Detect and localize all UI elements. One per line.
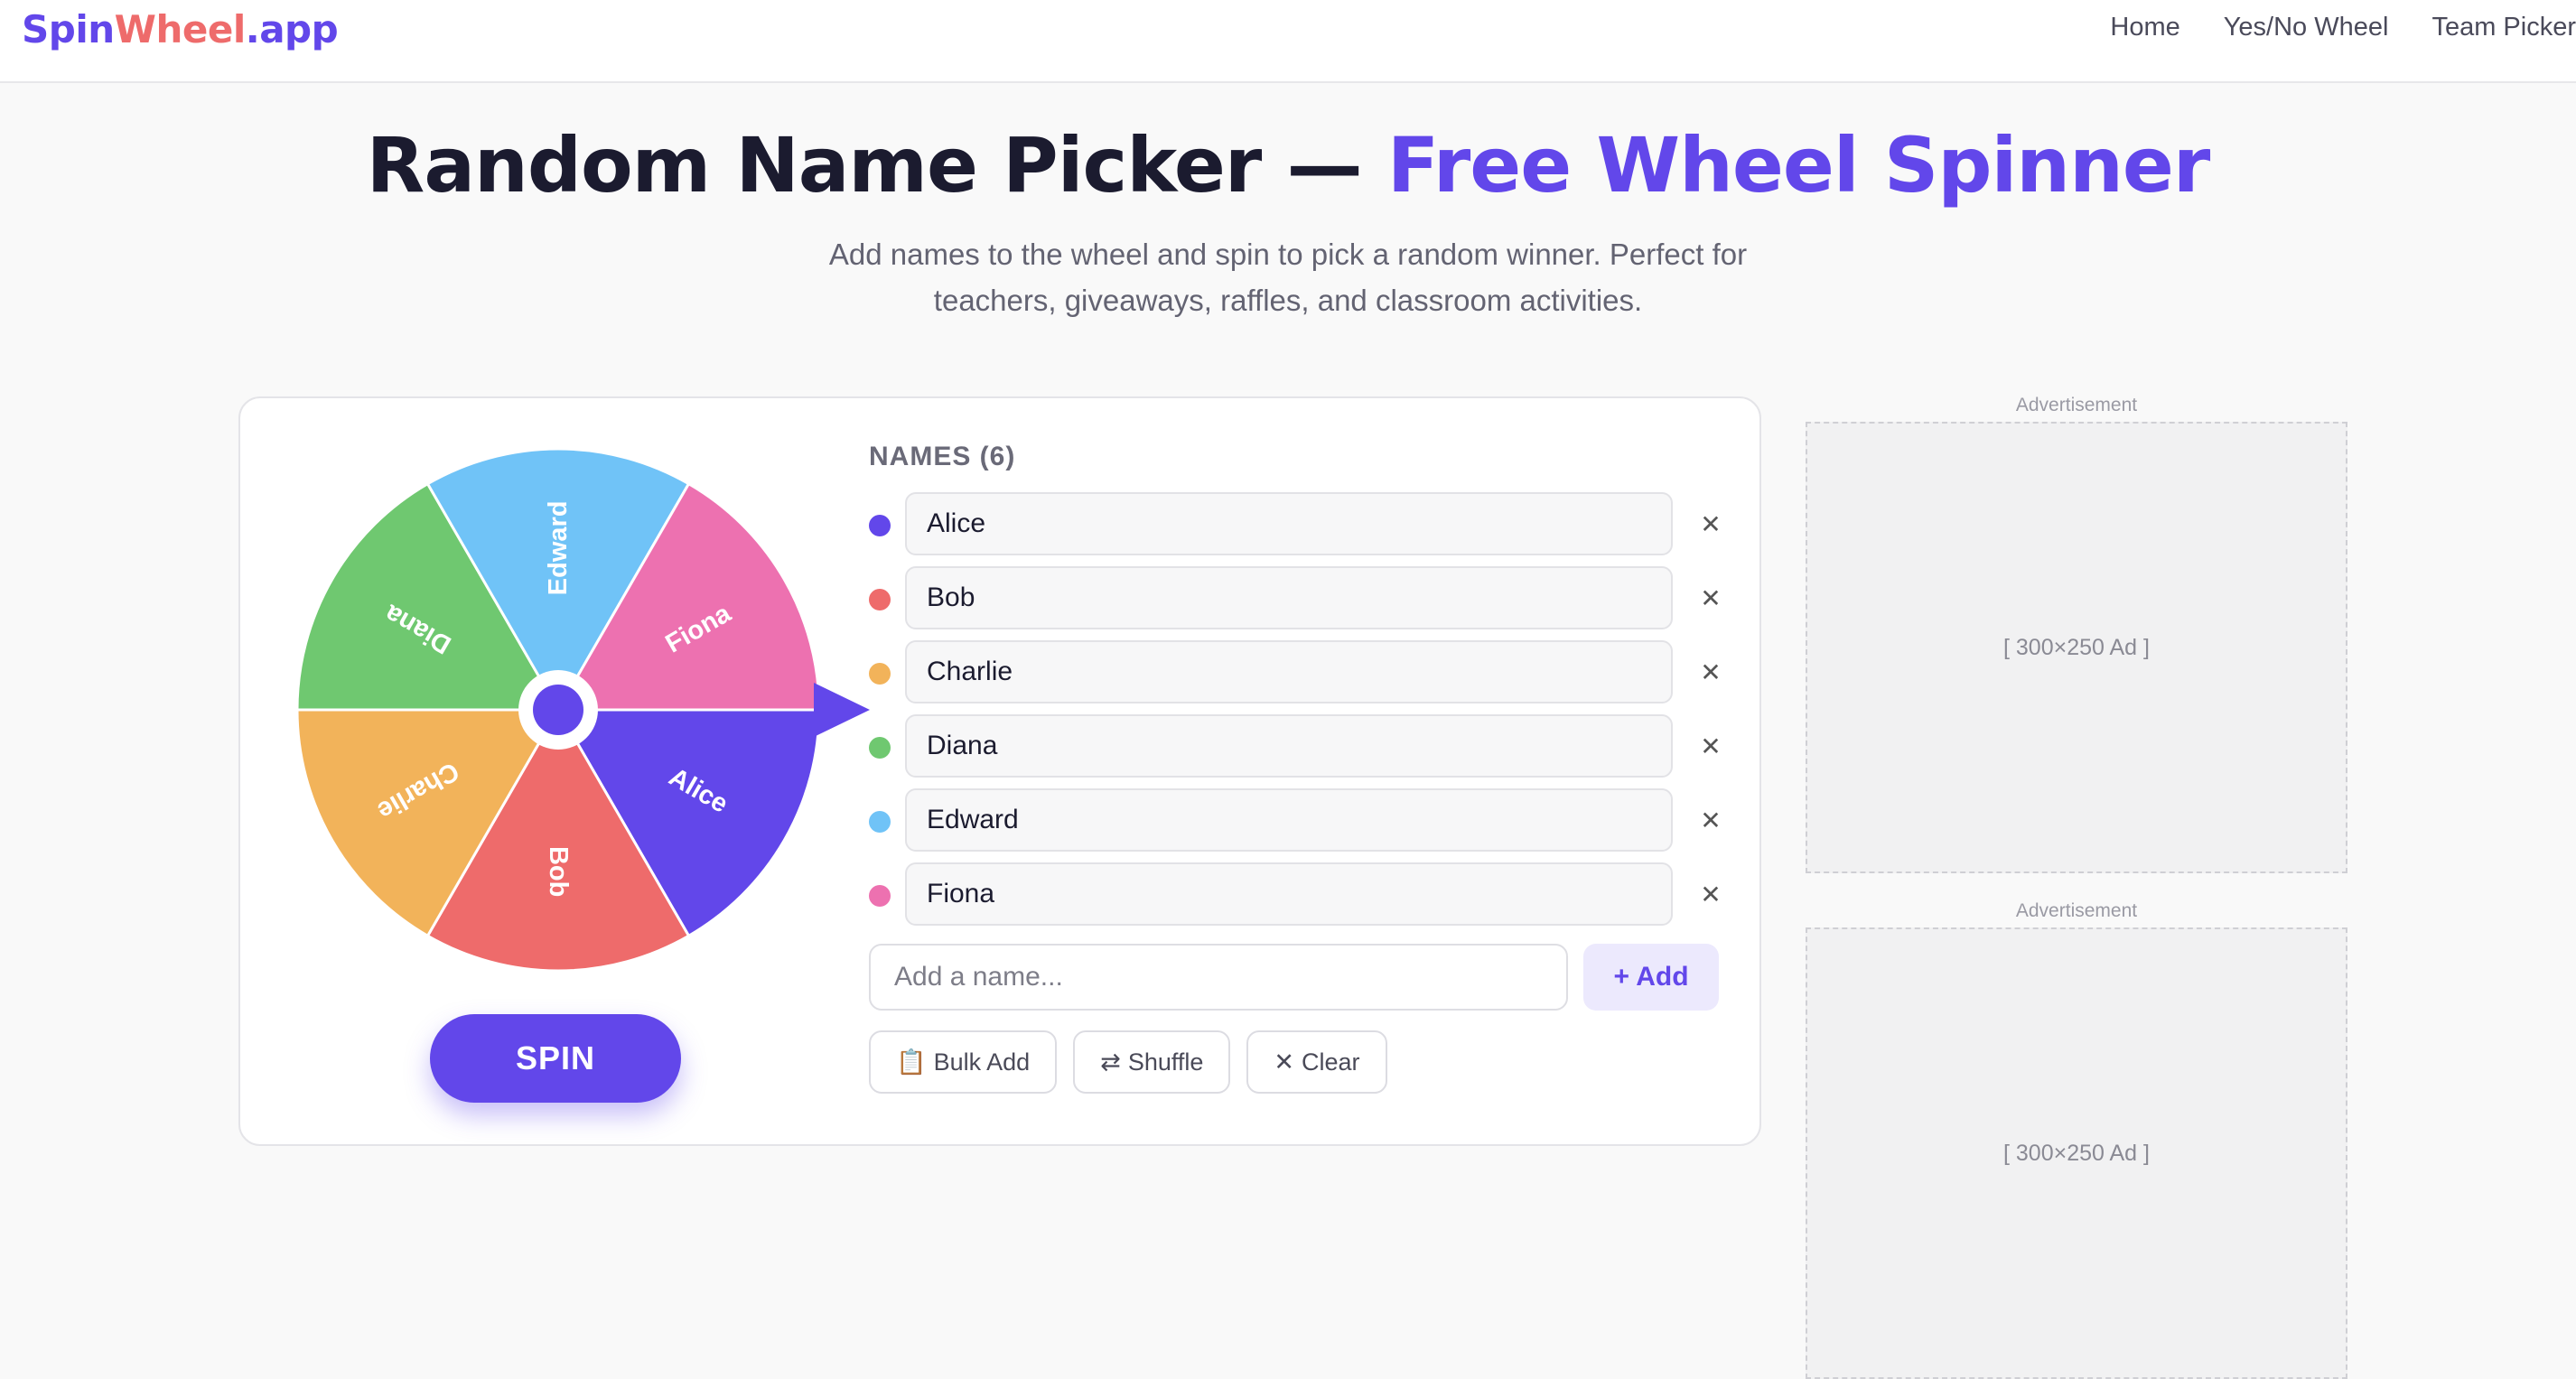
page-title: Random Name Picker — Free Wheel Spinner: [0, 116, 2576, 215]
clear-button[interactable]: ✕ Clear: [1246, 1030, 1387, 1094]
wheel-container: Alice Bob Charlie Diana Edward Fiona: [294, 449, 873, 1009]
nav-link-yes-no-wheel[interactable]: Yes/No Wheel: [2180, 13, 2389, 42]
top-navigation-bar: SpinWheel.app Home Yes/No Wheel Team Pic…: [0, 0, 2576, 83]
name-row: Charlie ✕: [869, 640, 1727, 714]
remove-name-icon[interactable]: ✕: [1693, 581, 1729, 617]
site-logo[interactable]: SpinWheel.app: [22, 7, 339, 51]
nav-link-team-picker[interactable]: Team Picker: [2388, 13, 2576, 42]
remove-name-icon[interactable]: ✕: [1693, 877, 1729, 913]
bulk-add-label: Bulk Add: [933, 1048, 1031, 1076]
clipboard-icon: 📋: [896, 1048, 927, 1076]
logo-part-spin: Spin: [22, 7, 115, 51]
name-field[interactable]: Bob: [905, 566, 1673, 629]
ad-slot-top[interactable]: [ 300×250 Ad ]: [1806, 422, 2347, 873]
name-color-dot: [869, 737, 891, 759]
name-color-dot: [869, 811, 891, 833]
page-title-main: Random Name Picker —: [366, 121, 1387, 210]
shuffle-label: Shuffle: [1127, 1048, 1204, 1076]
remove-name-icon[interactable]: ✕: [1693, 803, 1729, 839]
name-field[interactable]: Edward: [905, 788, 1673, 852]
name-color-dot: [869, 515, 891, 536]
name-row: Fiona ✕: [869, 862, 1727, 936]
remove-name-icon[interactable]: ✕: [1693, 507, 1729, 543]
wheel-hub: [533, 685, 583, 735]
name-color-dot: [869, 589, 891, 610]
add-name-input[interactable]: [869, 944, 1568, 1011]
wheel-pointer: [814, 683, 870, 737]
nav-link-home[interactable]: Home: [2067, 13, 2179, 42]
remove-name-icon[interactable]: ✕: [1693, 655, 1729, 691]
name-row: Edward ✕: [869, 788, 1727, 862]
wheel-card: Alice Bob Charlie Diana Edward Fiona SPIN NAM…: [238, 396, 1761, 1146]
logo-part-app: .app: [245, 7, 339, 51]
ad-label-bottom: Advertisement: [2015, 900, 2138, 921]
name-color-dot: [869, 663, 891, 685]
name-row: Diana ✕: [869, 714, 1727, 788]
close-icon: ✕: [1274, 1048, 1295, 1076]
wheel-segment-label: Edward: [544, 500, 573, 595]
spin-button[interactable]: SPIN: [430, 1014, 681, 1103]
name-field[interactable]: Charlie: [905, 640, 1673, 703]
name-field[interactable]: Alice: [905, 492, 1673, 555]
add-name-button[interactable]: + Add: [1583, 944, 1719, 1011]
ad-placeholder-bottom: [ 300×250 Ad ]: [2003, 1140, 2150, 1166]
name-color-dot: [869, 885, 891, 907]
wheel-segment-label: Bob: [544, 846, 573, 897]
main-nav: Home Yes/No Wheel Team Picker: [2067, 13, 2576, 42]
names-count-label: NAMES (6): [869, 442, 1016, 471]
remove-name-icon[interactable]: ✕: [1693, 729, 1729, 765]
name-field[interactable]: Fiona: [905, 862, 1673, 926]
shuffle-icon: ⇄: [1100, 1048, 1121, 1076]
page-title-accent: Free Wheel Spinner: [1386, 121, 2210, 210]
logo-part-wheel: Wheel: [114, 7, 247, 51]
names-list: Alice ✕ Bob ✕ Charlie ✕ Diana ✕ Edward ✕ Fiona ✕: [869, 492, 1727, 936]
name-row: Bob ✕: [869, 566, 1727, 640]
spin-wheel[interactable]: AliceBobCharlieDianaEdwardFiona: [294, 449, 873, 1009]
ad-slot-bottom[interactable]: [ 300×250 Ad ]: [1806, 927, 2347, 1379]
bulk-add-button[interactable]: 📋 Bulk Add: [869, 1030, 1058, 1094]
names-toolbar: 📋 Bulk Add ⇄ Shuffle ✕ Clear: [869, 1030, 1404, 1094]
name-row: Alice ✕: [869, 492, 1727, 566]
ad-label-top: Advertisement: [2015, 395, 2138, 415]
ad-placeholder-top: [ 300×250 Ad ]: [2003, 634, 2150, 660]
shuffle-button[interactable]: ⇄ Shuffle: [1073, 1030, 1231, 1094]
page-subtitle: Add names to the wheel and spin to pick …: [828, 238, 1748, 317]
name-field[interactable]: Diana: [905, 714, 1673, 778]
clear-label: Clear: [1302, 1048, 1360, 1076]
